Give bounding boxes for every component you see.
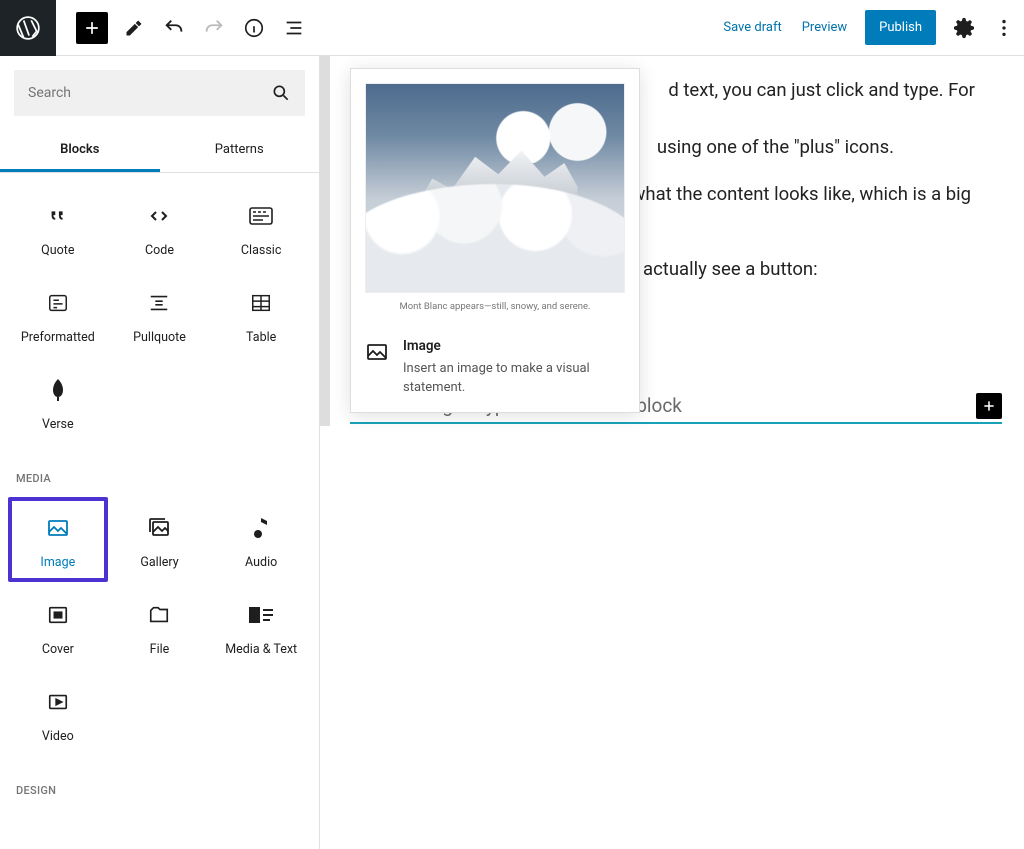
block-inserter-panel: Blocks Patterns Quote Code Classic xyxy=(0,56,320,849)
classic-icon xyxy=(249,203,273,229)
block-preview-popover: Mont Blanc appears—still, snowy, and ser… xyxy=(350,68,640,413)
settings-icon[interactable] xyxy=(946,10,982,46)
search-input[interactable] xyxy=(28,85,271,101)
block-table[interactable]: Table xyxy=(211,272,311,357)
popover-description: Insert an image to make a visual stateme… xyxy=(403,360,593,398)
block-inserter-toggle[interactable] xyxy=(76,12,108,44)
preview-caption: Mont Blanc appears—still, snowy, and ser… xyxy=(365,301,625,312)
block-cover[interactable]: Cover xyxy=(8,584,108,669)
tools-edit-icon[interactable] xyxy=(116,10,152,46)
section-media-label: MEDIA xyxy=(0,454,319,493)
block-search[interactable] xyxy=(14,70,305,116)
table-icon xyxy=(250,290,272,316)
block-gallery[interactable]: Gallery xyxy=(110,497,210,582)
video-icon xyxy=(47,689,69,715)
block-code[interactable]: Code xyxy=(110,185,210,270)
inserter-tabs: Blocks Patterns xyxy=(0,130,319,173)
image-icon xyxy=(46,515,70,541)
block-image[interactable]: Image xyxy=(8,497,108,582)
file-icon xyxy=(148,602,170,628)
scroll-gutter[interactable] xyxy=(320,56,330,426)
save-draft-button[interactable]: Save draft xyxy=(713,12,791,43)
verse-icon xyxy=(49,377,67,403)
gallery-icon xyxy=(147,515,171,541)
undo-button[interactable] xyxy=(156,10,192,46)
block-preformatted[interactable]: Preformatted xyxy=(8,272,108,357)
section-design-label: DESIGN xyxy=(0,766,319,805)
block-classic[interactable]: Classic xyxy=(211,185,311,270)
publish-button[interactable]: Publish xyxy=(865,10,936,45)
document-info-icon[interactable] xyxy=(236,10,272,46)
redo-button[interactable] xyxy=(196,10,232,46)
block-file[interactable]: File xyxy=(110,584,210,669)
block-video[interactable]: Video xyxy=(8,671,108,756)
preview-button[interactable]: Preview xyxy=(792,12,857,43)
block-media-text[interactable]: Media & Text xyxy=(211,584,311,669)
popover-title: Image xyxy=(403,338,593,354)
block-audio[interactable]: Audio xyxy=(211,497,311,582)
block-quote[interactable]: Quote xyxy=(8,185,108,270)
pullquote-icon xyxy=(148,290,170,316)
block-verse[interactable]: Verse xyxy=(8,359,108,444)
quote-icon xyxy=(47,203,69,229)
wordpress-logo[interactable] xyxy=(0,0,56,56)
block-preview-image xyxy=(365,83,625,293)
media-text-icon xyxy=(249,602,273,628)
tab-patterns[interactable]: Patterns xyxy=(160,130,320,172)
audio-icon xyxy=(253,515,269,541)
more-options-icon[interactable] xyxy=(986,10,1022,46)
search-icon xyxy=(271,83,291,103)
code-icon xyxy=(147,203,171,229)
editor-canvas: The default block is a paragraph. To add… xyxy=(320,56,1024,849)
image-icon xyxy=(365,338,389,398)
document-outline-icon[interactable] xyxy=(276,10,312,46)
block-pullquote[interactable]: Pullquote xyxy=(110,272,210,357)
preformatted-icon xyxy=(47,290,69,316)
editor-topbar: Save draft Preview Publish xyxy=(0,0,1024,56)
inline-inserter-button[interactable] xyxy=(976,393,1002,419)
cover-icon xyxy=(47,602,69,628)
tab-blocks[interactable]: Blocks xyxy=(0,130,160,172)
